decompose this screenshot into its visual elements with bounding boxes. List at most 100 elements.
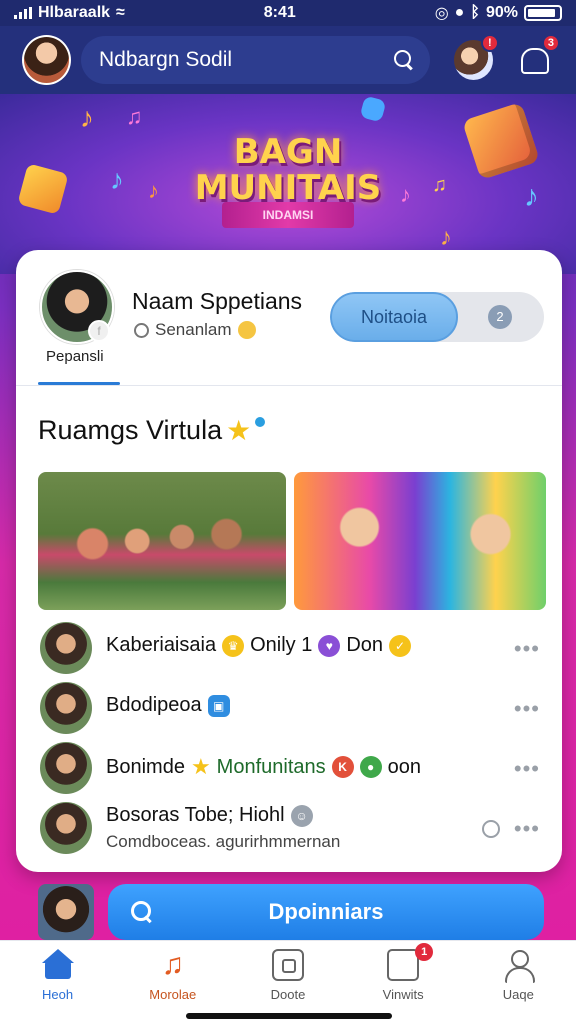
music-note-icon: ♫ (432, 174, 447, 196)
chat-icon: ● (359, 756, 382, 778)
list-item-extra: Onily 1 (250, 634, 313, 656)
people-icon[interactable]: ! (453, 34, 499, 80)
photo-family-group[interactable] (38, 472, 286, 610)
tab-profile[interactable]: Uaqe (468, 949, 568, 1024)
battery-percent: 90% (485, 4, 518, 21)
list-item[interactable]: Kaberiaisaia ♛ Onily 1 ♥ Don ✓ ••• (16, 620, 562, 676)
status-bar: Hlbaraalk ≈ 8:41 ◎ ● ᛒ 90% (0, 0, 576, 26)
profile-subtitle: Senanlam (134, 320, 256, 340)
check-icon: ✓ (389, 634, 412, 657)
explore-button-label: Dpoinniars (268, 899, 384, 924)
list-item[interactable]: Bdodipeoa ▣ ••• (16, 680, 562, 736)
badge-icon: ▣ (207, 694, 230, 717)
list-item[interactable]: Bonimde ★ Monfunitans K ● oon ••• (16, 740, 562, 796)
notification-bell-icon[interactable]: 3 (515, 34, 560, 80)
music-note-icon: ♫ (126, 104, 143, 129)
list-item-name: Bosoras Tobe; Hiohl (106, 804, 285, 826)
banner-ribbon: INDAMSI (222, 202, 354, 228)
tab-label: Doote (270, 987, 306, 1002)
status-left: Hlbaraalk ≈ (14, 4, 125, 22)
banner-title: BAGN MUNITAIS (182, 134, 394, 206)
list-item-subtitle: Comdboceas. agurirhmmernan (106, 832, 341, 851)
bottom-tab-bar: Heoh ♫ Morolae Doote 1 Vinwits Uaqe (0, 940, 576, 1024)
user-icon (502, 949, 536, 983)
star-icon: ★ (190, 754, 211, 779)
profile-name: Naam Sppetians (132, 288, 303, 314)
status-time: 8:41 (263, 4, 296, 21)
refresh-icon[interactable]: 2 (488, 305, 512, 329)
battery-icon (523, 5, 562, 21)
status-right: ◎ ● ᛒ 90% (435, 3, 562, 23)
more-options-icon[interactable]: ••• (514, 696, 540, 722)
lock-icon: ● (454, 4, 465, 21)
star-icon: ★ (226, 415, 252, 446)
photo-kids-animated[interactable] (294, 472, 546, 610)
wifi-icon: ≈ (116, 4, 125, 21)
profile-subtitle-text: Senanlam (155, 320, 232, 339)
explore-button[interactable]: Dpoinniars (108, 884, 544, 940)
music-note-icon: ♪ (524, 180, 539, 213)
profile-toggle[interactable]: Noitaoia 2 (330, 292, 544, 342)
list-item-name: Bdodipeoa (106, 694, 202, 716)
tab-label: Heoh (42, 987, 74, 1002)
user-avatar[interactable] (22, 35, 71, 85)
status-ring-icon (134, 322, 149, 338)
more-options-icon[interactable]: ••• (514, 816, 540, 842)
section-title: Ruamgs Virtula ★ (38, 414, 266, 447)
list-item-title: Kaberiaisaia ♛ Onily 1 ♥ Don ✓ (106, 634, 412, 657)
section-title-text: Ruamgs Virtula (38, 415, 223, 445)
tab-label: Morolae (149, 987, 197, 1002)
tab-label: Uaqe (502, 987, 534, 1002)
list-item-name: Bonimde (106, 755, 185, 778)
music-icon: ♫ (161, 948, 185, 981)
avatar (40, 682, 92, 734)
profile-header: f Pepansli Naam Sppetians Senanlam Noita… (16, 250, 562, 386)
toggle-active-button[interactable]: Noitaoia (330, 292, 458, 342)
home-indicator[interactable] (186, 1013, 392, 1019)
app-header: Ndbargn Sodil ! 3 (0, 26, 576, 94)
profile-caption[interactable]: Pepansli (46, 348, 104, 365)
promo-banner[interactable]: ♪ ♫ ♪ ♪ ♪ ♫ ♪ ♪ BAGN MUNITAIS INDAMSI (0, 94, 576, 274)
list-item-extra: oon (387, 755, 422, 778)
status-ring-icon (482, 820, 500, 838)
message-badge: 1 (415, 943, 434, 961)
tab-home[interactable]: Heoh (8, 949, 108, 1024)
heart-icon: ♥ (318, 634, 341, 657)
main-card: f Pepansli Naam Sppetians Senanlam Noita… (16, 250, 562, 872)
music-note-icon: ♪ (148, 178, 159, 203)
alarm-icon: ◎ (434, 5, 449, 22)
list-item-extra: Don (346, 634, 384, 656)
avatar (40, 742, 92, 794)
more-options-icon[interactable]: ••• (514, 636, 540, 662)
crown-icon: ♛ (222, 634, 245, 657)
tag-icon: K (331, 756, 354, 778)
header-title: Ndbargn Sodil (98, 48, 233, 71)
music-note-icon: ♪ (400, 182, 411, 207)
notification-badge: 3 (541, 34, 560, 52)
list-item[interactable]: Bosoras Tobe; Hiohl ☺ Comdboceas. agurir… (16, 800, 562, 856)
toy-cube-icon (461, 101, 541, 181)
banner-title-line2: MUNITAIS (194, 168, 382, 208)
avatar (40, 802, 92, 854)
avatar-edit-icon[interactable]: f (88, 320, 110, 342)
carrier-name: Hlbaraalk (38, 4, 111, 21)
list-item-name: Kaberiaisaia (106, 634, 217, 656)
search-icon (130, 900, 154, 924)
music-note-icon: ♪ (440, 224, 452, 251)
people-badge: ! (480, 34, 499, 52)
info-icon (255, 416, 266, 427)
more-options-icon[interactable]: ••• (514, 756, 540, 782)
signal-icon (14, 7, 32, 19)
tab-label: Vinwits (382, 987, 424, 1002)
toy-block-icon (359, 95, 387, 123)
active-tab-indicator (38, 382, 120, 385)
verified-icon (237, 321, 256, 339)
list-item-title: Bosoras Tobe; Hiohl ☺ (106, 804, 313, 827)
search-bar[interactable]: Ndbargn Sodil (80, 36, 430, 84)
bluetooth-icon: ᛒ (470, 4, 480, 21)
list-item-title: Bdodipeoa ▣ (106, 694, 230, 717)
document-icon (271, 949, 304, 981)
list-item-title: Bonimde ★ Monfunitans K ● oon (106, 754, 421, 780)
music-note-icon: ♪ (80, 102, 94, 133)
search-icon[interactable] (392, 48, 416, 72)
